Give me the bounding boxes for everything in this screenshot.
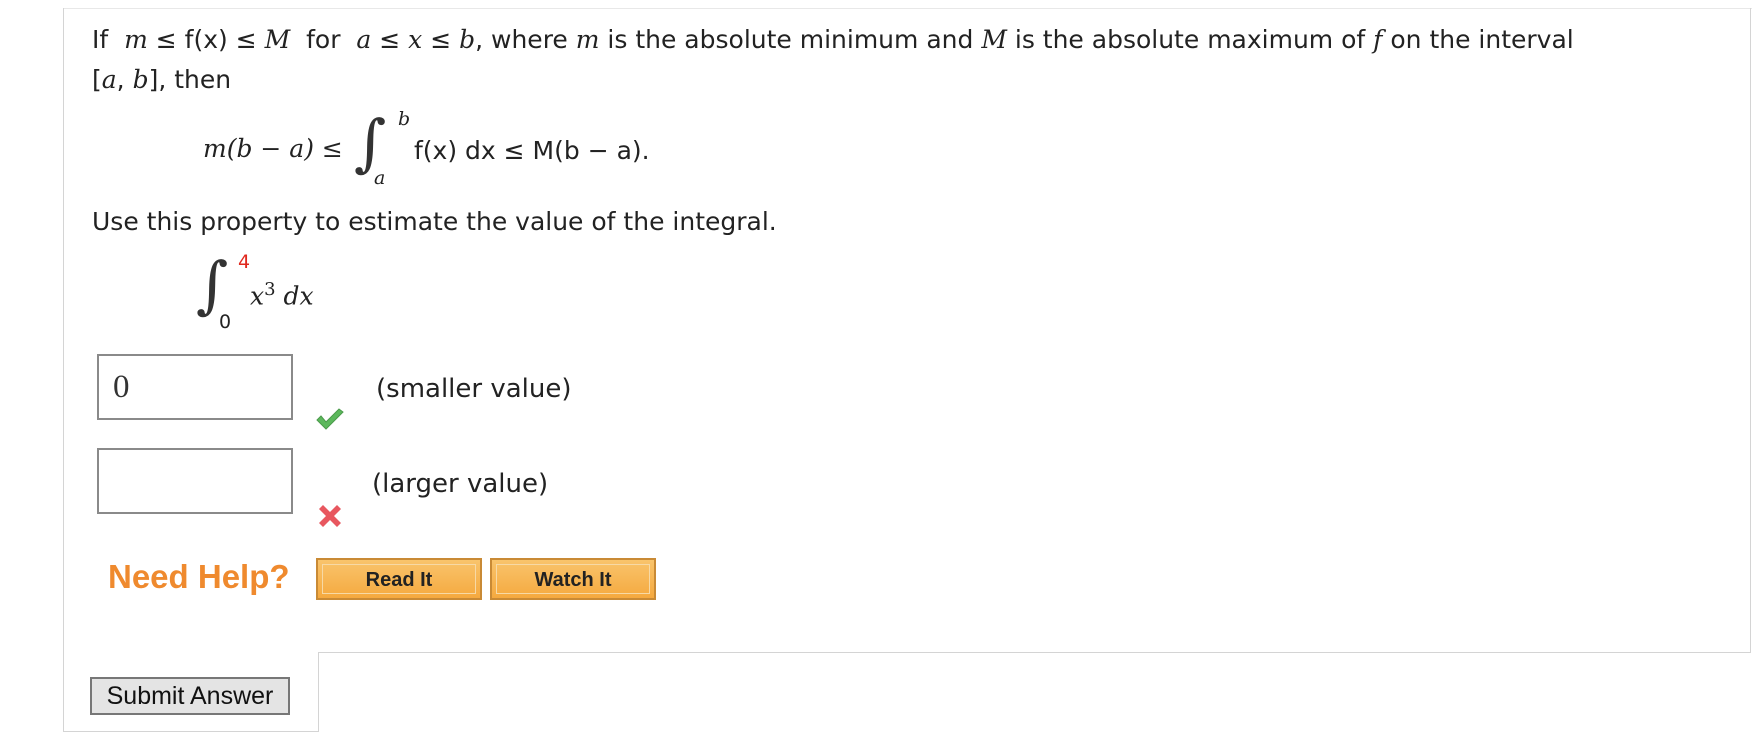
cross-icon	[319, 505, 341, 527]
text-le: ≤	[147, 25, 185, 54]
problem-statement-line1: If m ≤ f(x) ≤ M for a ≤ x ≤ b, where m i…	[92, 20, 1574, 60]
text-if: If	[92, 25, 109, 54]
integrand-base: x	[250, 281, 265, 311]
larger-value-label: (larger value)	[372, 469, 549, 499]
text-then: ], then	[148, 65, 232, 94]
panel-right-border	[1750, 8, 1751, 653]
submit-tab-bottom-border	[63, 731, 319, 732]
watch-it-label: Watch It	[496, 564, 650, 594]
var-m: m	[575, 25, 600, 54]
upper-limit-b: b	[398, 108, 411, 130]
submit-answer-button[interactable]: Submit Answer	[90, 677, 290, 715]
bracket-open: [	[92, 65, 102, 94]
read-it-label: Read It	[322, 564, 476, 594]
smaller-value-input[interactable]: 0	[97, 354, 293, 420]
integrand: x3 dx	[250, 270, 314, 316]
var-a: a	[101, 65, 117, 94]
text-max: is the absolute maximum of	[1006, 25, 1374, 54]
larger-value-input[interactable]	[97, 448, 293, 514]
integrand-exponent: 3	[264, 279, 276, 300]
problem-statement-line2: [a, b], then	[92, 60, 231, 100]
var-m: m	[124, 25, 148, 54]
text-fx: f(x)	[184, 25, 228, 54]
smaller-value-label: (smaller value)	[376, 374, 572, 404]
integral-upper-limit: 4	[238, 251, 251, 273]
var-x: x	[408, 25, 423, 54]
inequality-left: m(b − a) ≤	[203, 134, 343, 163]
text-interval: on the interval	[1382, 25, 1574, 54]
text-min: is the absolute minimum and	[599, 25, 982, 54]
panel-bottom-border	[318, 652, 1750, 653]
integrand-dx: dx	[283, 281, 314, 311]
text-le: ≤	[227, 25, 265, 54]
integral-lower-limit: 0	[219, 311, 232, 333]
watch-it-button[interactable]: Watch It	[490, 558, 656, 600]
text-for: for	[298, 25, 349, 54]
text-le: ≤	[371, 25, 409, 54]
text-le: ≤	[422, 25, 460, 54]
need-help-heading: Need Help?	[108, 558, 290, 595]
var-b: b	[459, 25, 476, 54]
var-a: a	[356, 25, 372, 54]
text-comma: ,	[116, 65, 133, 94]
var-M: M	[981, 25, 1007, 54]
lower-limit-a: a	[374, 167, 386, 189]
integral-sign-icon: ∫	[196, 248, 229, 321]
read-it-button[interactable]: Read It	[316, 558, 482, 600]
submit-tab-left-border	[63, 652, 64, 732]
var-M: M	[264, 25, 291, 54]
integral-sign-icon: ∫	[354, 106, 387, 179]
submit-tab-right-border	[318, 652, 319, 732]
check-icon	[316, 408, 344, 430]
text-where: , where	[475, 25, 576, 54]
inequality-right: f(x) dx ≤ M(b − a).	[414, 136, 650, 165]
var-b: b	[132, 65, 149, 94]
instruction-text: Use this property to estimate the value …	[92, 207, 777, 236]
